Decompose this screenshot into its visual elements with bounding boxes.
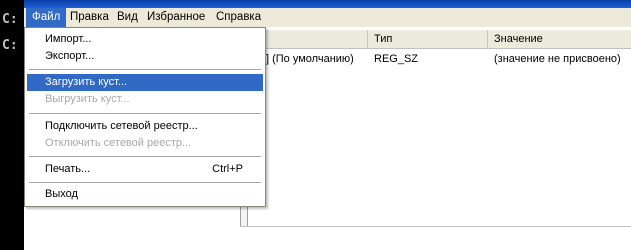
console-prompt: C: — [2, 38, 18, 53]
list-header: я Тип Значение — [246, 30, 631, 49]
menu-separator — [29, 69, 261, 70]
menu-item-export[interactable]: Экспорт... — [27, 48, 263, 65]
menu-file[interactable]: Файл — [26, 8, 67, 27]
row-value: (значение не присвоено) — [494, 53, 621, 65]
print-shortcut: Ctrl+P — [212, 163, 243, 175]
menu-item-load-hive[interactable]: Загрузить куст... — [27, 74, 263, 91]
row-name: ] (По умолчанию) — [266, 53, 354, 65]
menu-edit[interactable]: Правка — [64, 8, 115, 27]
menu-help[interactable]: Справка — [210, 8, 267, 27]
menu-item-connect-registry[interactable]: Подключить сетевой реестр... — [27, 118, 263, 135]
file-menu-dropdown: Импорт... Экспорт... Загрузить куст... В… — [24, 27, 266, 207]
window-titlebar — [24, 0, 631, 8]
menu-item-exit[interactable]: Выход — [27, 186, 263, 203]
menu-item-print[interactable]: Печать... Ctrl+P — [27, 161, 263, 178]
row-type: REG_SZ — [374, 53, 419, 65]
menu-separator — [29, 156, 261, 157]
pane-bottom-border — [240, 226, 631, 227]
menu-separator — [29, 182, 261, 183]
menu-separator — [29, 113, 261, 114]
column-type-header[interactable]: Тип — [368, 30, 488, 48]
menu-item-disconnect-registry: Отключить сетевой реестр... — [45, 137, 192, 149]
menu-item-unload-hive: Выгрузить куст... — [45, 93, 130, 105]
menu-bar: Файл Правка Вид Избранное Справка — [24, 8, 631, 28]
column-value-header[interactable]: Значение — [488, 30, 631, 48]
menu-view[interactable]: Вид — [111, 8, 144, 27]
table-row[interactable]: ] (По умолчанию) REG_SZ (значение не при… — [246, 51, 631, 68]
menu-favorites[interactable]: Избранное — [141, 8, 211, 27]
console-prompt: C: — [2, 12, 18, 27]
menu-item-import[interactable]: Импорт... — [27, 31, 263, 48]
menu-item-print-label: Печать... — [45, 163, 91, 175]
console-background: C: C: — [0, 0, 24, 250]
